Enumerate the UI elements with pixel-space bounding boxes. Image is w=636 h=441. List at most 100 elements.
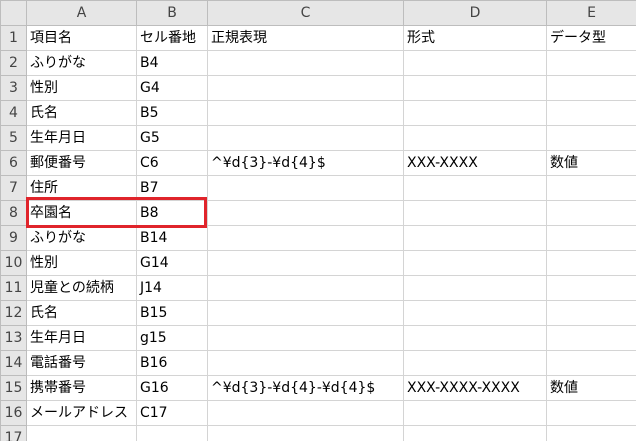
cell-d14[interactable] — [403, 350, 547, 376]
cell-c16[interactable] — [207, 400, 404, 426]
cell-c14[interactable] — [207, 350, 404, 376]
cell-a16[interactable]: メールアドレス — [26, 400, 137, 426]
cell-a11[interactable]: 児童との続柄 — [26, 275, 137, 301]
column-header-a[interactable]: A — [26, 0, 137, 26]
row-header[interactable]: 13 — [0, 325, 27, 351]
cell-a17[interactable] — [26, 425, 137, 441]
cell-e5[interactable] — [546, 125, 636, 151]
cell-e4[interactable] — [546, 100, 636, 126]
cell-c13[interactable] — [207, 325, 404, 351]
cell-d3[interactable] — [403, 75, 547, 101]
cell-b10[interactable]: G14 — [136, 250, 208, 276]
cell-c11[interactable] — [207, 275, 404, 301]
cell-e12[interactable] — [546, 300, 636, 326]
cell-b9[interactable]: B14 — [136, 225, 208, 251]
row-header[interactable]: 12 — [0, 300, 27, 326]
cell-b5[interactable]: G5 — [136, 125, 208, 151]
cell-d12[interactable] — [403, 300, 547, 326]
cell-b8[interactable]: B8 — [136, 200, 208, 226]
row-header[interactable]: 11 — [0, 275, 27, 301]
cell-e8[interactable] — [546, 200, 636, 226]
row-header[interactable]: 8 — [0, 200, 27, 226]
cell-b14[interactable]: B16 — [136, 350, 208, 376]
column-header-b[interactable]: B — [136, 0, 208, 26]
cell-a4[interactable]: 氏名 — [26, 100, 137, 126]
column-header-d[interactable]: D — [403, 0, 547, 26]
cell-a2[interactable]: ふりがな — [26, 50, 137, 76]
cell-b16[interactable]: C17 — [136, 400, 208, 426]
cell-d8[interactable] — [403, 200, 547, 226]
cell-a8[interactable]: 卒園名 — [26, 200, 137, 226]
row-header[interactable]: 9 — [0, 225, 27, 251]
cell-a10[interactable]: 性別 — [26, 250, 137, 276]
row-header[interactable]: 5 — [0, 125, 27, 151]
cell-d9[interactable] — [403, 225, 547, 251]
cell-e9[interactable] — [546, 225, 636, 251]
cell-b13[interactable]: g15 — [136, 325, 208, 351]
column-header-e[interactable]: E — [546, 0, 636, 26]
cell-a14[interactable]: 電話番号 — [26, 350, 137, 376]
cell-d2[interactable] — [403, 50, 547, 76]
cell-d5[interactable] — [403, 125, 547, 151]
cell-a13[interactable]: 生年月日 — [26, 325, 137, 351]
cell-d13[interactable] — [403, 325, 547, 351]
cell-d4[interactable] — [403, 100, 547, 126]
cell-d16[interactable] — [403, 400, 547, 426]
cell-d17[interactable] — [403, 425, 547, 441]
column-header-c[interactable]: C — [207, 0, 404, 26]
row-header[interactable]: 17 — [0, 425, 27, 441]
cell-a7[interactable]: 住所 — [26, 175, 137, 201]
row-header[interactable]: 1 — [0, 25, 27, 51]
cell-a5[interactable]: 生年月日 — [26, 125, 137, 151]
cell-d15[interactable]: XXX-XXXX-XXXX — [403, 375, 547, 401]
cell-c12[interactable] — [207, 300, 404, 326]
cell-a6[interactable]: 郵便番号 — [26, 150, 137, 176]
cell-e16[interactable] — [546, 400, 636, 426]
cell-c5[interactable] — [207, 125, 404, 151]
cell-d1[interactable]: 形式 — [403, 25, 547, 51]
row-header[interactable]: 2 — [0, 50, 27, 76]
cell-b6[interactable]: C6 — [136, 150, 208, 176]
cell-b4[interactable]: B5 — [136, 100, 208, 126]
row-header[interactable]: 10 — [0, 250, 27, 276]
cell-b15[interactable]: G16 — [136, 375, 208, 401]
cell-e10[interactable] — [546, 250, 636, 276]
cell-a15[interactable]: 携帯番号 — [26, 375, 137, 401]
row-header[interactable]: 15 — [0, 375, 27, 401]
cell-b1[interactable]: セル番地 — [136, 25, 208, 51]
cell-b11[interactable]: J14 — [136, 275, 208, 301]
row-header[interactable]: 16 — [0, 400, 27, 426]
cell-c1[interactable]: 正規表現 — [207, 25, 404, 51]
cell-c8[interactable] — [207, 200, 404, 226]
cell-c15[interactable]: ^¥d{3}-¥d{4}-¥d{4}$ — [207, 375, 404, 401]
cell-c10[interactable] — [207, 250, 404, 276]
cell-b17[interactable] — [136, 425, 208, 441]
cell-d7[interactable] — [403, 175, 547, 201]
cell-e17[interactable] — [546, 425, 636, 441]
row-header[interactable]: 7 — [0, 175, 27, 201]
cell-c3[interactable] — [207, 75, 404, 101]
cell-e6[interactable]: 数値 — [546, 150, 636, 176]
cell-c9[interactable] — [207, 225, 404, 251]
cell-c4[interactable] — [207, 100, 404, 126]
cell-e7[interactable] — [546, 175, 636, 201]
cell-b12[interactable]: B15 — [136, 300, 208, 326]
row-header[interactable]: 3 — [0, 75, 27, 101]
row-header[interactable]: 4 — [0, 100, 27, 126]
cell-e13[interactable] — [546, 325, 636, 351]
cell-a3[interactable]: 性別 — [26, 75, 137, 101]
row-header[interactable]: 6 — [0, 150, 27, 176]
cell-e15[interactable]: 数値 — [546, 375, 636, 401]
cell-e11[interactable] — [546, 275, 636, 301]
cell-c6[interactable]: ^¥d{3}-¥d{4}$ — [207, 150, 404, 176]
cell-c7[interactable] — [207, 175, 404, 201]
cell-e2[interactable] — [546, 50, 636, 76]
cell-d11[interactable] — [403, 275, 547, 301]
cell-c17[interactable] — [207, 425, 404, 441]
cell-b2[interactable]: B4 — [136, 50, 208, 76]
cell-a9[interactable]: ふりがな — [26, 225, 137, 251]
cell-b3[interactable]: G4 — [136, 75, 208, 101]
cell-b7[interactable]: B7 — [136, 175, 208, 201]
cell-a12[interactable]: 氏名 — [26, 300, 137, 326]
select-all-corner[interactable] — [0, 0, 27, 26]
